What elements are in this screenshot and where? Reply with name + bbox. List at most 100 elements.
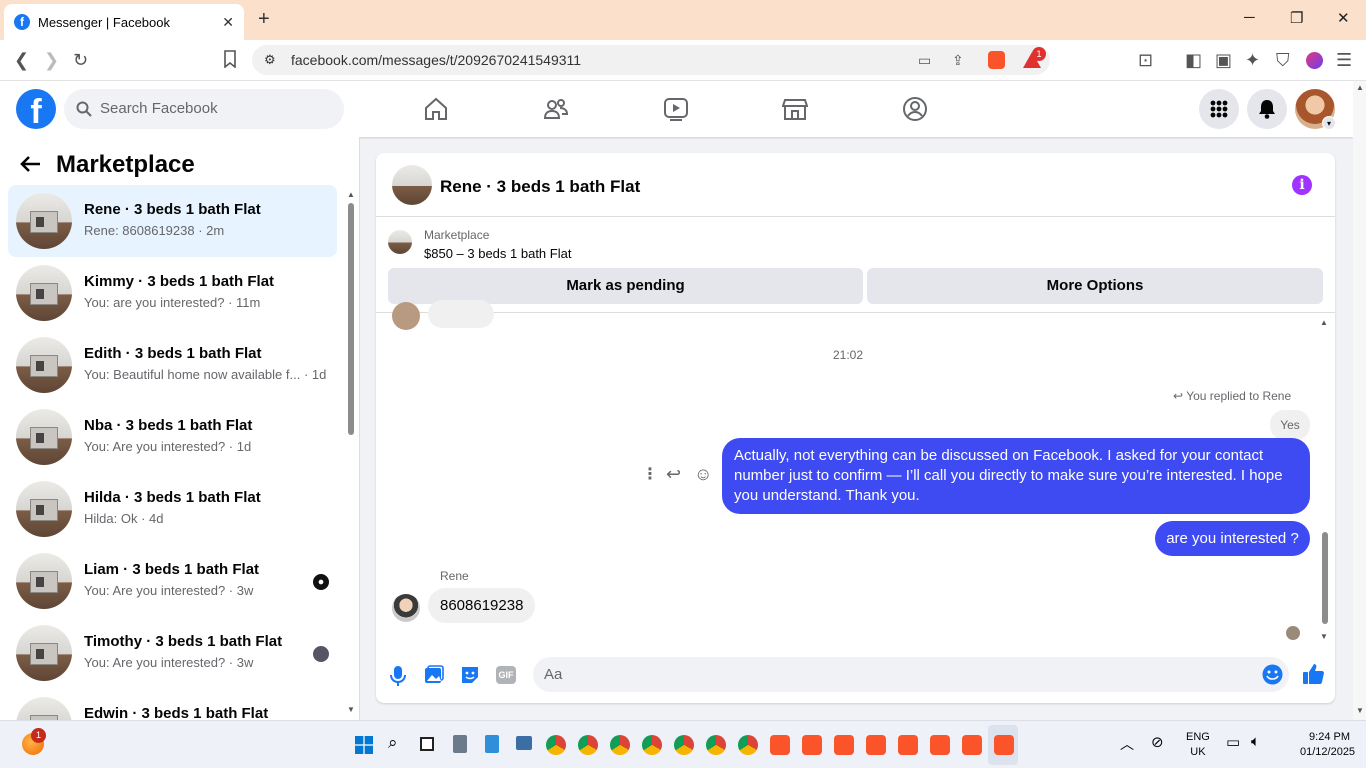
more-actions-icon[interactable]: ⋮ (642, 464, 658, 484)
address-bar[interactable]: ⚙ facebook.com/messages/t/20926702415493… (252, 45, 1050, 75)
close-window-icon[interactable]: ✕ (1337, 9, 1350, 27)
outgoing-message[interactable]: Actually, not everything can be discusse… (722, 438, 1310, 514)
task-view-icon[interactable] (420, 737, 434, 751)
incoming-message[interactable]: 8608619238 (428, 588, 536, 623)
conversation-item[interactable]: Hilda · 3 beds 1 bath Flat Hilda: Ok · 4… (8, 473, 337, 545)
chrome-icon[interactable] (642, 735, 662, 755)
brave-icon[interactable] (834, 735, 854, 755)
display-icon[interactable]: ▭ (1226, 733, 1240, 751)
brave-icon[interactable] (930, 735, 950, 755)
chrome-icon[interactable] (674, 735, 694, 755)
search-box[interactable]: Search Facebook (64, 89, 344, 129)
profile-icon[interactable] (1306, 52, 1323, 69)
chevron-down-icon[interactable]: ▾ (1322, 116, 1336, 130)
wallet-icon[interactable]: ▣ (1215, 50, 1232, 71)
chat-scrollbar-thumb[interactable] (1322, 532, 1328, 624)
chrome-icon[interactable] (738, 735, 758, 755)
brave-icon[interactable] (802, 735, 822, 755)
info-icon[interactable]: i (1292, 175, 1312, 195)
chrome-icon[interactable] (610, 735, 630, 755)
conversation-item[interactable]: Timothy · 3 beds 1 bath Flat You: Are yo… (8, 617, 337, 689)
conversation-item[interactable]: Edwin · 3 beds 1 bath Flat (8, 689, 337, 720)
network-icon[interactable]: ⊘ (1151, 733, 1164, 751)
photo-icon[interactable] (424, 665, 444, 685)
brave-icon[interactable] (962, 735, 982, 755)
browser-tab[interactable]: f Messenger | Facebook ✕ (4, 4, 244, 40)
site-info-icon[interactable]: ⚙ (264, 45, 276, 75)
marketplace-icon[interactable] (782, 96, 808, 122)
share-icon[interactable]: ⇪ (952, 45, 964, 75)
reader-mode-icon[interactable]: ⊡ (1138, 50, 1153, 71)
facebook-logo-icon[interactable]: f (16, 89, 56, 129)
leo-ai-icon[interactable]: ✦ (1245, 50, 1260, 71)
new-tab-icon[interactable]: + (258, 8, 270, 31)
friends-icon[interactable] (543, 96, 569, 122)
scroll-down-icon[interactable]: ▼ (1320, 632, 1328, 641)
minimize-icon[interactable]: ─ (1244, 9, 1255, 26)
brave-icon[interactable] (898, 735, 918, 755)
brave-shield-icon[interactable] (988, 51, 1005, 69)
notepad-icon[interactable] (485, 735, 499, 753)
scroll-up-icon[interactable]: ▲ (347, 190, 355, 199)
listing-thumbnail[interactable] (388, 230, 412, 254)
close-tab-icon[interactable]: ✕ (222, 14, 234, 31)
home-icon[interactable] (423, 96, 449, 122)
scroll-up-icon[interactable]: ▲ (1356, 83, 1364, 92)
bookmark-icon[interactable] (222, 50, 238, 68)
maximize-icon[interactable]: ❐ (1290, 9, 1303, 27)
brave-icon[interactable] (866, 735, 886, 755)
scroll-up-icon[interactable]: ▲ (1320, 318, 1328, 327)
scroll-down-icon[interactable]: ▼ (347, 705, 355, 714)
microphone-icon[interactable] (390, 665, 406, 687)
mark-as-pending-button[interactable]: Mark as pending (388, 268, 863, 304)
back-arrow-icon[interactable] (20, 155, 42, 173)
volume-icon[interactable]: 🔈︎ (1251, 733, 1260, 750)
more-options-button[interactable]: More Options (867, 268, 1323, 304)
menu-icon[interactable]: ☰ (1336, 50, 1352, 71)
quoted-message[interactable]: Yes (1270, 410, 1310, 440)
clock[interactable]: 9:24 PM 01/12/2025 (1300, 730, 1355, 760)
forward-icon[interactable]: ❯ (44, 50, 59, 71)
conversation-item[interactable]: Liam · 3 beds 1 bath Flat You: Are you i… (8, 545, 337, 617)
react-emoji-icon[interactable]: ☺ (694, 464, 712, 485)
sender-avatar[interactable] (392, 594, 420, 622)
listing-title[interactable]: $850 – 3 beds 1 bath Flat (424, 246, 571, 261)
chat-title[interactable]: Rene · 3 beds 1 bath Flat (440, 177, 640, 197)
calculator-icon[interactable] (453, 735, 467, 753)
chrome-icon[interactable] (546, 735, 566, 755)
conversation-item[interactable]: Kimmy · 3 beds 1 bath Flat You: are you … (8, 257, 337, 329)
chrome-icon[interactable] (706, 735, 726, 755)
windows-start-icon[interactable] (355, 736, 373, 754)
conversation-item[interactable]: Edith · 3 beds 1 bath Flat You: Beautifu… (8, 329, 337, 401)
install-app-icon[interactable]: ▭ (918, 45, 931, 75)
emoji-icon[interactable] (1262, 664, 1283, 685)
message-input[interactable]: Aa (533, 657, 1289, 692)
brave-icon[interactable] (770, 735, 790, 755)
sidebar-toggle-icon[interactable]: ◧ (1185, 50, 1202, 71)
scroll-down-icon[interactable]: ▼ (1356, 706, 1364, 715)
scrollbar-thumb[interactable] (348, 203, 354, 435)
chrome-icon[interactable] (578, 735, 598, 755)
app-icon[interactable] (516, 736, 532, 750)
tray-chevron-icon[interactable]: ︿ (1120, 734, 1134, 754)
chat-avatar[interactable] (392, 165, 432, 205)
outgoing-message[interactable]: are you interested ? (1155, 521, 1310, 556)
language-indicator[interactable]: ENG UK (1186, 730, 1210, 760)
groups-icon[interactable] (902, 96, 928, 122)
sidebar-scrollbar[interactable]: ▲ ▼ (345, 190, 355, 720)
conversation-item[interactable]: Rene · 3 beds 1 bath Flat Rene: 86086192… (8, 185, 337, 257)
notifications-button[interactable] (1247, 89, 1287, 129)
taskbar-search-icon[interactable]: ⌕ (388, 733, 398, 753)
video-icon[interactable] (663, 96, 689, 122)
sticker-icon[interactable] (460, 665, 480, 685)
brave-active-icon[interactable] (994, 735, 1014, 755)
reply-action-icon[interactable]: ↩ (666, 464, 681, 485)
thumbs-up-icon[interactable] (1302, 663, 1324, 685)
page-scrollbar[interactable]: ▲ ▼ (1353, 81, 1366, 720)
menu-grid-button[interactable] (1199, 89, 1239, 129)
back-icon[interactable]: ❮ (14, 50, 29, 71)
gif-icon[interactable]: GIF (496, 666, 516, 684)
conversation-item[interactable]: Nba · 3 beds 1 bath Flat You: Are you in… (8, 401, 337, 473)
vpn-icon[interactable]: ⛉ (1276, 50, 1290, 71)
reload-icon[interactable]: ↻ (73, 50, 88, 71)
